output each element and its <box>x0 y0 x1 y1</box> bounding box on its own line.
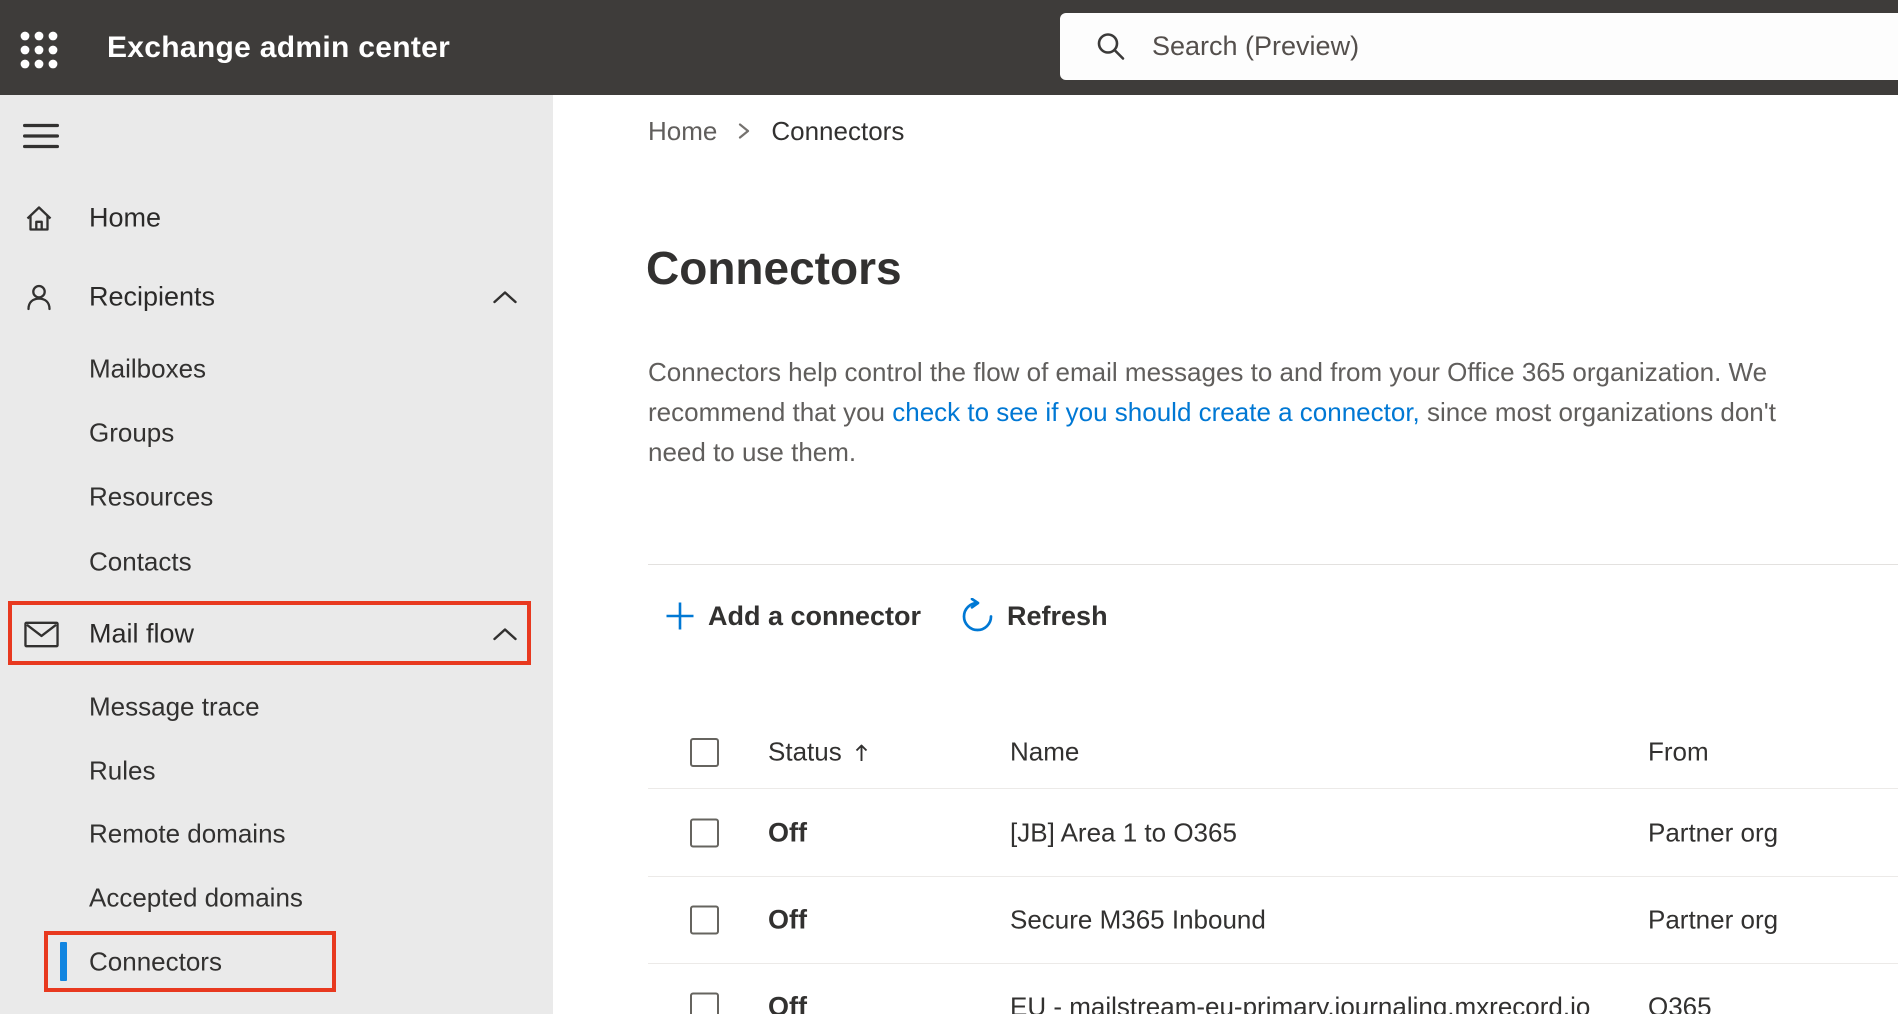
cell-name: [JB] Area 1 to O365 <box>1010 817 1237 847</box>
sidebar-item-groups[interactable]: Groups <box>0 405 553 461</box>
select-all-checkbox[interactable] <box>690 738 719 767</box>
plus-icon <box>666 602 694 630</box>
cell-name: Secure M365 Inbound <box>1010 904 1266 935</box>
sidebar-item-accepted-domains[interactable]: Accepted domains <box>0 870 553 926</box>
cell-status: Off <box>768 991 807 1014</box>
add-connector-button[interactable]: Add a connector <box>665 601 921 632</box>
mail-icon <box>24 618 60 650</box>
exchange-admin-center-screen: Exchange admin center Search (Preview) H… <box>0 0 1898 1014</box>
search-icon <box>1097 32 1125 60</box>
sidebar-item-mail-flow[interactable]: Mail flow <box>0 606 553 662</box>
page-title: Connectors <box>646 242 902 294</box>
command-bar: Add a connector Refresh <box>665 592 1108 640</box>
row-checkbox[interactable] <box>690 818 719 847</box>
column-header-status[interactable]: Status <box>768 737 870 768</box>
cell-status: Off <box>768 817 807 847</box>
sidebar-item-home[interactable]: Home <box>0 190 553 246</box>
cell-from: O365 <box>1648 991 1712 1014</box>
top-app-bar: Exchange admin center Search (Preview) <box>0 0 1898 95</box>
cell-status: Off <box>768 904 807 935</box>
chevron-up-icon[interactable] <box>492 290 518 305</box>
table-row[interactable]: Off EU - mailstream-eu-primary.journalin… <box>553 964 1898 1014</box>
description-line-3: need to use them. <box>648 437 857 467</box>
page-description: Connectors help control the flow of emai… <box>648 352 1898 472</box>
column-header-name[interactable]: Name <box>1010 737 1079 768</box>
sidebar-item-message-trace[interactable]: Message trace <box>0 679 553 735</box>
main-content: Home Connectors Connectors Connectors he… <box>553 95 1898 1014</box>
description-line-2: recommend that you check to see if you s… <box>648 397 1776 427</box>
refresh-icon <box>962 597 993 631</box>
table-header-row: Status Name From <box>553 726 1898 778</box>
sidebar-item-rules[interactable]: Rules <box>0 743 553 799</box>
hamburger-icon <box>23 123 59 149</box>
cell-name: EU - mailstream-eu-primary.journaling.mx… <box>1010 991 1591 1014</box>
search-placeholder: Search (Preview) <box>1152 31 1360 61</box>
sidebar-item-mailboxes[interactable]: Mailboxes <box>0 341 553 397</box>
breadcrumb-current: Connectors <box>771 115 905 146</box>
sidebar-item-contacts[interactable]: Contacts <box>0 534 553 590</box>
nav-collapse-button[interactable] <box>23 123 63 153</box>
table-row[interactable]: Off [JB] Area 1 to O365 Partner org <box>553 789 1898 876</box>
sidebar-item-resources[interactable]: Resources <box>0 469 553 525</box>
breadcrumb: Home Connectors <box>648 115 904 147</box>
table-row[interactable]: Off Secure M365 Inbound Partner org <box>553 877 1898 963</box>
cell-from: Partner org <box>1648 817 1779 847</box>
selected-item-indicator <box>60 942 67 981</box>
app-launcher-button[interactable] <box>17 28 65 72</box>
sidebar-item-connectors[interactable]: Connectors <box>0 934 553 990</box>
home-icon <box>24 202 60 234</box>
sidebar-item-remote-domains[interactable]: Remote domains <box>0 806 553 862</box>
row-checkbox[interactable] <box>690 992 719 1014</box>
toolbar-divider <box>648 564 1898 565</box>
person-icon <box>24 281 60 313</box>
column-header-from[interactable]: From <box>1648 737 1709 768</box>
search-input[interactable]: Search (Preview) <box>1060 13 1898 80</box>
create-connector-link[interactable]: check to see if you should create a conn… <box>892 397 1420 427</box>
cell-from: Partner org <box>1648 904 1779 935</box>
breadcrumb-chevron-icon <box>739 123 750 139</box>
sidebar-item-recipients[interactable]: Recipients <box>0 269 553 325</box>
breadcrumb-home-link[interactable]: Home <box>648 116 717 147</box>
left-navigation: Home Recipients Mailboxes Groups Resourc… <box>0 95 553 1014</box>
refresh-button[interactable]: Refresh <box>959 597 1108 635</box>
description-line-1: Connectors help control the flow of emai… <box>648 357 1768 387</box>
app-title: Exchange admin center <box>107 30 451 64</box>
waffle-icon <box>20 31 58 69</box>
sort-ascending-icon <box>855 744 867 761</box>
row-checkbox[interactable] <box>690 905 719 935</box>
chevron-up-icon[interactable] <box>492 627 518 642</box>
